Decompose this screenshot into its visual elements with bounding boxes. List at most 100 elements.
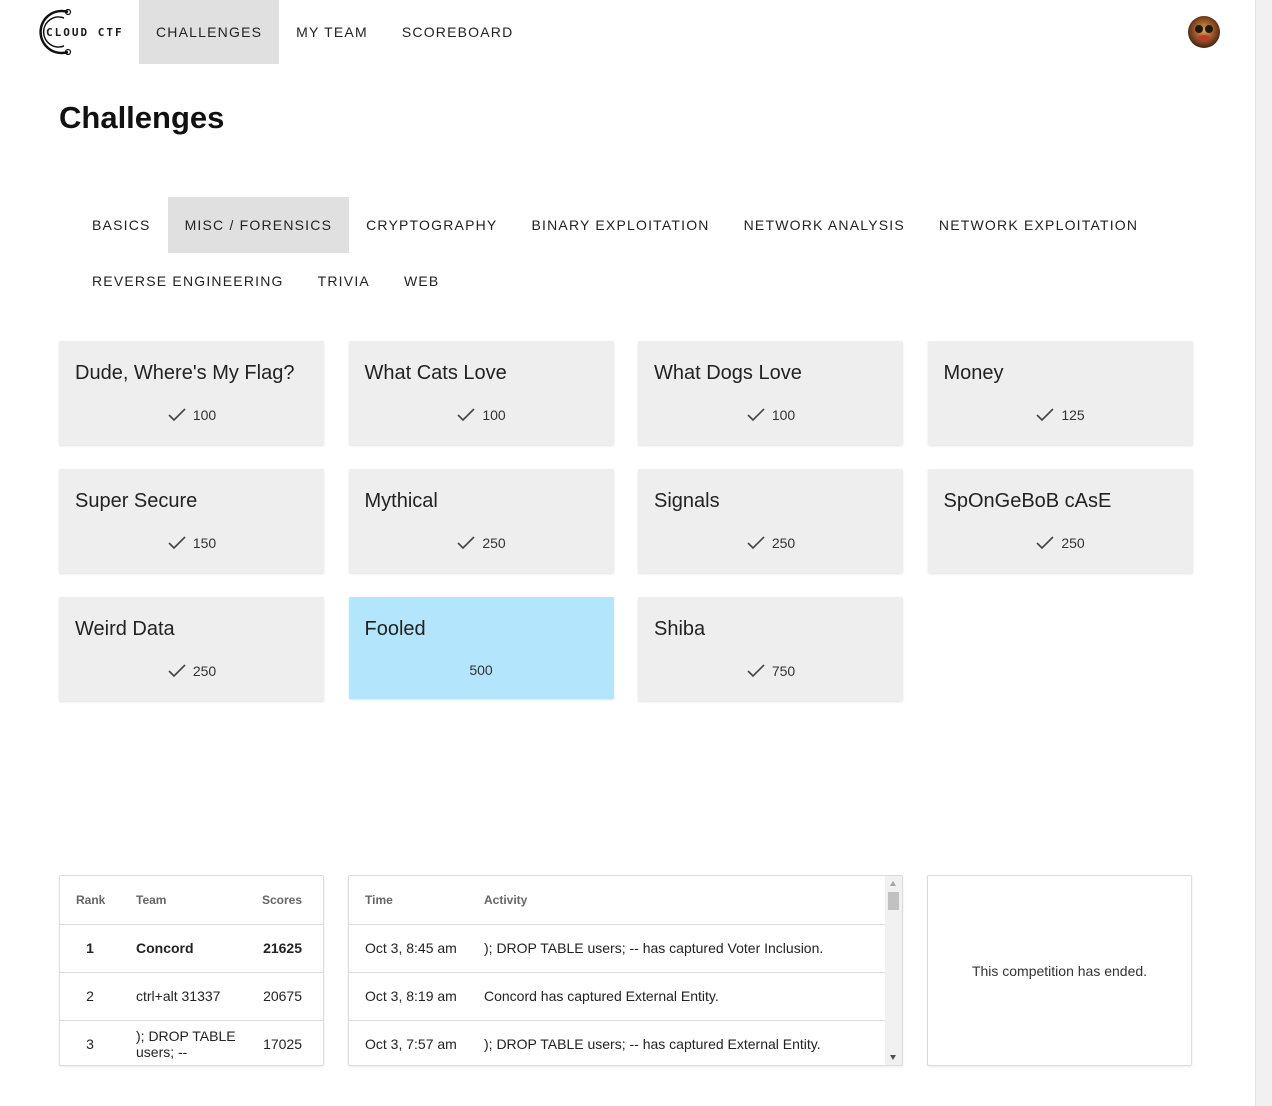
points-value: 150 — [192, 535, 217, 551]
challenge-title: Money — [943, 362, 1004, 384]
challenge-title: Signals — [654, 490, 720, 512]
challenge-title: Fooled — [364, 618, 426, 640]
check-icon — [457, 536, 475, 550]
col-time-header[interactable]: Time — [349, 876, 468, 925]
tab-web[interactable]: WEB — [387, 253, 457, 309]
challenge-card[interactable]: Mythical 250 — [348, 469, 614, 573]
tab-trivia[interactable]: TRIVIA — [301, 253, 387, 309]
points-value: 750 — [771, 663, 796, 679]
team-cell: Concord — [120, 924, 245, 973]
scroll-down-icon[interactable] — [890, 1055, 896, 1060]
points-value: 250 — [771, 535, 796, 551]
points-value: 500 — [469, 662, 493, 678]
table-row[interactable]: 2 ctrl+alt 31337 20675 — [60, 972, 323, 1021]
challenge-points: 100 — [349, 407, 614, 423]
points-value: 100 — [482, 407, 506, 423]
col-rank-header[interactable]: Rank — [60, 876, 120, 925]
page-scrollbar[interactable] — [1255, 0, 1272, 1106]
challenge-card[interactable]: Weird Data 250 — [59, 597, 324, 701]
time-cell: Oct 3, 8:19 am — [349, 972, 468, 1021]
activity-cell: ); DROP TABLE users; -- has captured Vot… — [468, 924, 885, 973]
main-nav: CHALLENGES MY TEAM SCOREBOARD — [139, 0, 530, 64]
nav-scoreboard[interactable]: SCOREBOARD — [385, 0, 531, 64]
challenge-grid: Dude, Where's My Flag? 100 What Cats Lov… — [59, 341, 1193, 701]
challenge-points: 250 — [59, 663, 324, 679]
nav-challenges[interactable]: CHALLENGES — [139, 0, 280, 64]
challenge-points: 250 — [928, 535, 1193, 551]
leaderboard-panel: Rank Team Scores 1 Concord 21625 2 ctrl+… — [59, 875, 324, 1066]
nav-my-team[interactable]: MY TEAM — [279, 0, 385, 64]
table-row[interactable]: 3 ); DROP TABLE users; -- 17025 — [60, 1020, 323, 1065]
challenge-card[interactable]: What Cats Love 100 — [348, 341, 614, 445]
challenge-title: Weird Data — [75, 618, 175, 640]
challenge-card[interactable]: Signals 250 — [638, 469, 903, 573]
challenge-card[interactable]: Dude, Where's My Flag? 100 — [59, 341, 324, 445]
leaderboard-table: Rank Team Scores 1 Concord 21625 2 ctrl+… — [60, 876, 323, 1065]
score-cell: 17025 — [245, 1020, 323, 1065]
points-value: 100 — [771, 407, 796, 423]
time-cell: Oct 3, 7:57 am — [349, 1020, 468, 1065]
tab-misc-forensics[interactable]: MISC / FORENSICS — [167, 197, 350, 253]
logo-text: CLOUD CTF — [46, 26, 124, 39]
tab-basics[interactable]: BASICS — [75, 197, 168, 253]
tab-binary-exploitation[interactable]: BINARY EXPLOITATION — [514, 197, 726, 253]
challenge-title: Dude, Where's My Flag? — [75, 362, 295, 384]
score-cell: 20675 — [245, 972, 323, 1021]
points-value: 100 — [192, 407, 217, 423]
user-avatar[interactable] — [1188, 16, 1220, 48]
activity-panel: Time Activity Oct 3, 8:45 am ); DROP TAB… — [348, 875, 903, 1066]
challenge-title: SpOnGeBoB cAsE — [943, 490, 1112, 512]
points-value: 250 — [1061, 535, 1085, 551]
tab-cryptography[interactable]: CRYPTOGRAPHY — [349, 197, 514, 253]
col-team-header[interactable]: Team — [120, 876, 245, 925]
competition-status-text: This competition has ended. — [971, 962, 1148, 979]
avatar-image — [1188, 16, 1220, 48]
rank-cell: 3 — [60, 1020, 120, 1065]
scroll-thumb[interactable] — [888, 892, 899, 910]
challenge-card[interactable]: Money 125 — [927, 341, 1193, 445]
challenge-title: What Dogs Love — [654, 362, 802, 384]
check-icon — [1036, 536, 1054, 550]
page-title: Challenges — [59, 100, 225, 135]
table-row[interactable]: Oct 3, 7:57 am ); DROP TABLE users; -- h… — [349, 1020, 885, 1065]
table-row[interactable]: 1 Concord 21625 — [60, 924, 323, 973]
check-icon — [168, 408, 186, 422]
col-scores-header[interactable]: Scores — [245, 876, 323, 925]
team-cell: ); DROP TABLE users; -- — [120, 1020, 245, 1065]
challenge-card[interactable]: What Dogs Love 100 — [638, 341, 903, 445]
challenge-card[interactable]: Shiba 750 — [638, 597, 903, 701]
top-bar: CLOUD CTF CHALLENGES MY TEAM SCOREBOARD — [0, 0, 1255, 64]
check-icon — [168, 664, 186, 678]
col-activity-header[interactable]: Activity — [468, 876, 885, 925]
tab-network-exploitation[interactable]: NETWORK EXPLOITATION — [922, 197, 1155, 253]
activity-scrollbar[interactable] — [885, 876, 902, 1065]
tab-network-analysis[interactable]: NETWORK ANALYSIS — [727, 197, 922, 253]
points-value: 250 — [192, 663, 217, 679]
check-icon — [747, 664, 765, 678]
challenge-points: 250 — [349, 535, 614, 551]
competition-status-panel: This competition has ended. — [927, 875, 1192, 1066]
challenge-points: 100 — [59, 407, 324, 423]
challenge-points: 150 — [59, 535, 324, 551]
challenge-card-unsolved[interactable]: Fooled 500 — [348, 597, 614, 699]
challenge-points: 100 — [638, 407, 903, 423]
tab-reverse-engineering[interactable]: REVERSE ENGINEERING — [75, 253, 301, 309]
category-tabs: BASICS MISC / FORENSICS CRYPTOGRAPHY BIN… — [75, 197, 1195, 309]
scroll-up-icon[interactable] — [890, 881, 896, 886]
challenge-title: Mythical — [364, 490, 438, 512]
challenge-card[interactable]: Super Secure 150 — [59, 469, 324, 573]
table-row[interactable]: Oct 3, 8:19 am Concord has captured Exte… — [349, 972, 885, 1021]
cloud-ctf-logo[interactable]: CLOUD CTF — [28, 6, 124, 58]
check-icon — [1036, 408, 1054, 422]
time-cell: Oct 3, 8:45 am — [349, 924, 468, 973]
activity-cell: Concord has captured External Entity. — [468, 972, 885, 1021]
points-value: 250 — [482, 535, 506, 551]
table-row[interactable]: Oct 3, 8:45 am ); DROP TABLE users; -- h… — [349, 924, 885, 973]
points-value: 125 — [1061, 407, 1085, 423]
check-icon — [168, 536, 186, 550]
check-icon — [747, 408, 765, 422]
check-icon — [747, 536, 765, 550]
challenge-points: 500 — [349, 662, 614, 678]
activity-table: Time Activity Oct 3, 8:45 am ); DROP TAB… — [349, 876, 885, 1065]
challenge-card[interactable]: SpOnGeBoB cAsE 250 — [927, 469, 1193, 573]
